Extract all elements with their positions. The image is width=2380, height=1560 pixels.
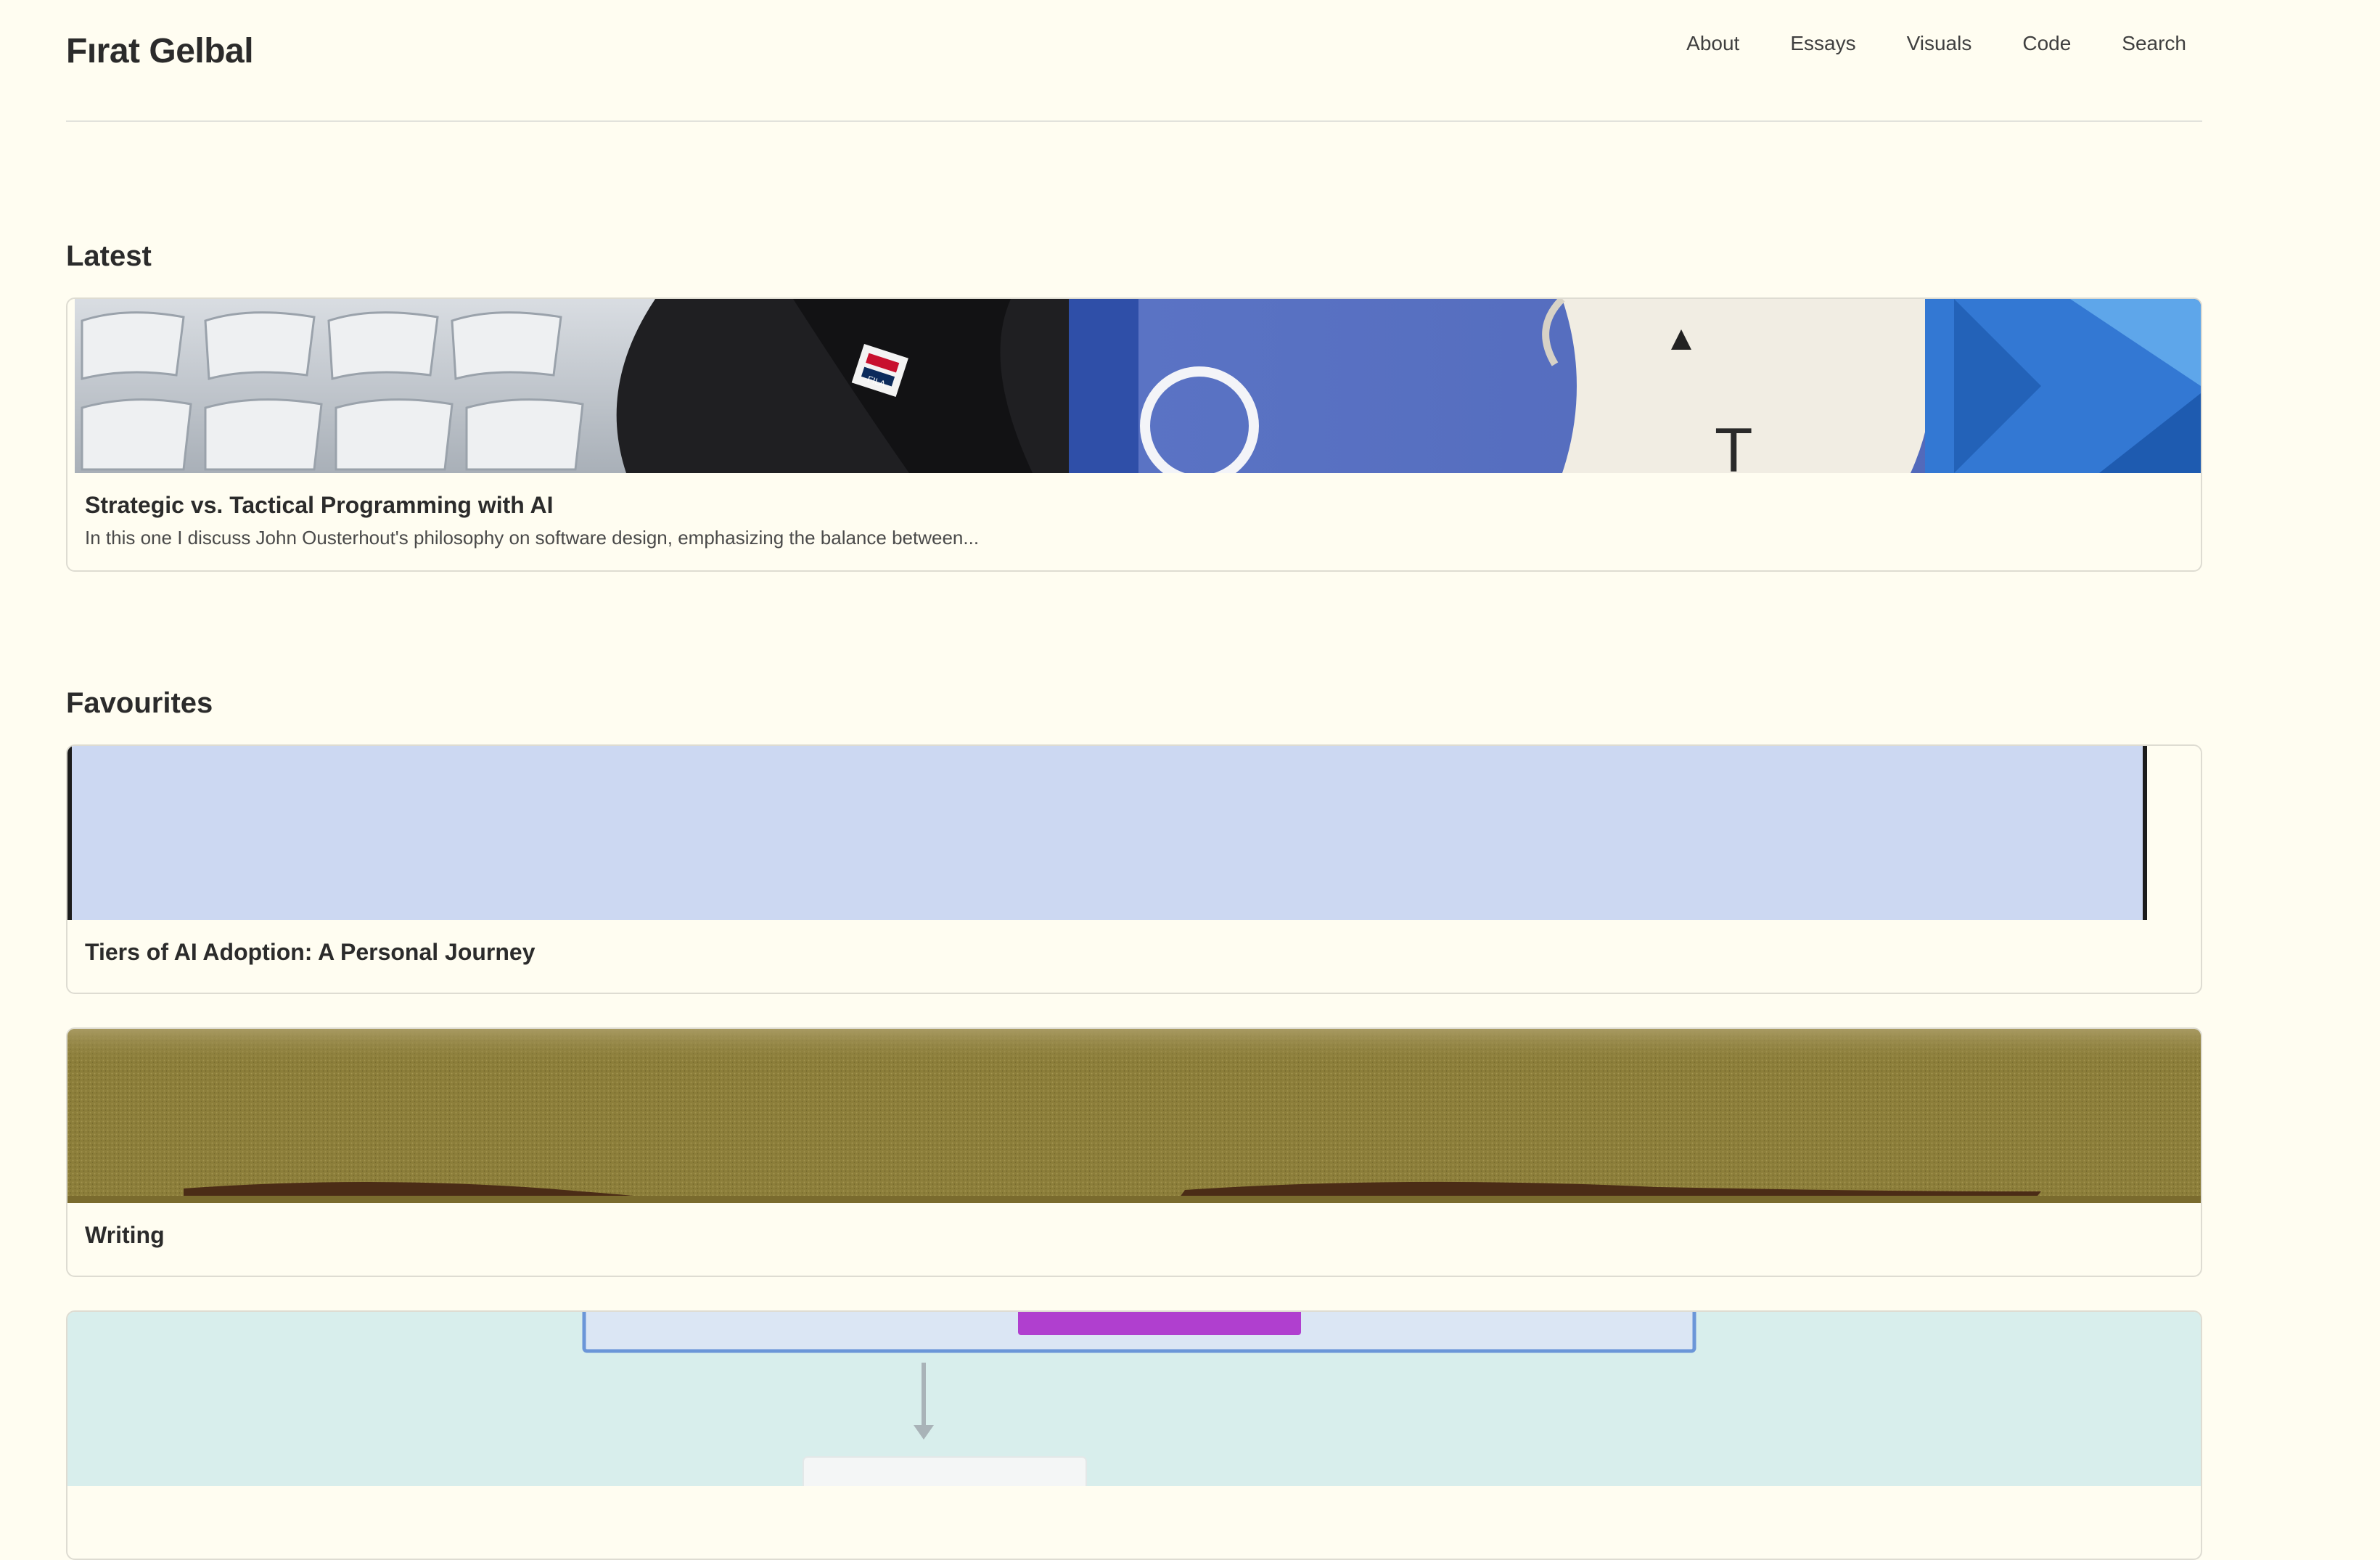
- tiers-banner-graphic: [67, 746, 2201, 920]
- svg-text:T: T: [1715, 416, 1753, 473]
- tiers-card-title[interactable]: Tiers of AI Adoption: A Personal Journey: [85, 937, 536, 966]
- nav-search[interactable]: Search: [2122, 29, 2186, 58]
- latest-post-description: In this one I discuss John Ousterhout's …: [85, 527, 980, 549]
- main-nav: About Essays Visuals Code Search: [1636, 29, 2186, 58]
- latest-post-title[interactable]: Strategic vs. Tactical Programming with …: [85, 490, 554, 520]
- diagram-banner-image: [67, 1312, 2201, 1486]
- header-divider: [66, 120, 2202, 122]
- favourite-card-diagram[interactable]: [66, 1310, 2202, 1560]
- writing-banner-graphic: [67, 1029, 2201, 1203]
- favourites-heading: Favourites: [66, 687, 213, 719]
- diagram-banner-graphic: [67, 1312, 2201, 1486]
- nav-visuals[interactable]: Visuals: [1907, 29, 1972, 58]
- latest-heading: Latest: [66, 240, 152, 272]
- nav-essays[interactable]: Essays: [1790, 29, 1855, 58]
- site-title[interactable]: Fırat Gelbal: [66, 30, 254, 73]
- writing-banner-image: [67, 1029, 2201, 1203]
- tiers-banner-image: [67, 746, 2201, 920]
- latest-post-photo: FILA T: [75, 299, 2201, 473]
- nav-about[interactable]: About: [1686, 29, 1739, 58]
- writing-card-title[interactable]: Writing: [85, 1220, 165, 1249]
- favourite-card-writing[interactable]: Writing: [66, 1027, 2202, 1277]
- latest-post-image: FILA T: [67, 299, 2201, 473]
- favourite-card-tiers[interactable]: Tiers of AI Adoption: A Personal Journey: [66, 744, 2202, 994]
- nav-code[interactable]: Code: [2022, 29, 2071, 58]
- latest-post-card[interactable]: FILA T Strategic vs. Tactical Programmin…: [66, 297, 2202, 572]
